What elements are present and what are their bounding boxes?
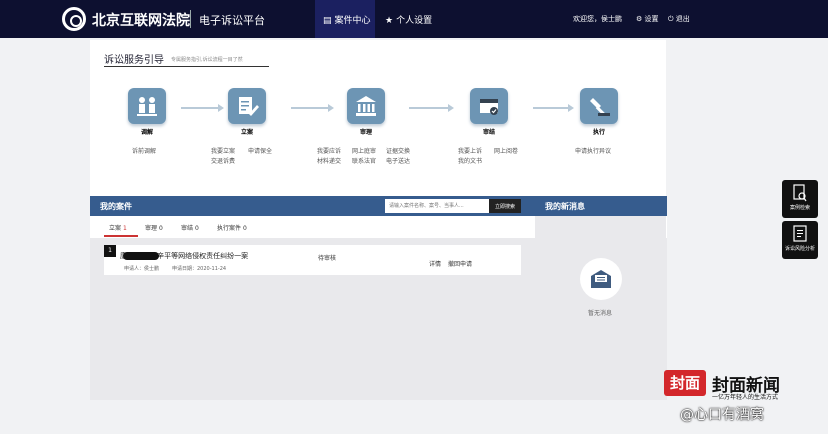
weibo-watermark: @心口有酒窝	[680, 407, 764, 423]
nav-case-center[interactable]: ▤ 案件中心	[323, 13, 371, 26]
nav-personal-settings[interactable]: ★ 个人设置	[385, 13, 432, 26]
flow-arrow	[409, 104, 454, 112]
nav-case-center-label: 案件中心	[334, 16, 371, 26]
link-evidence-exchange[interactable]: 证据交换	[386, 146, 410, 155]
step-label-execution: 执行	[592, 129, 605, 136]
case-status: 待审核	[318, 255, 337, 262]
case-search-icon	[793, 184, 807, 202]
gear-icon: ⚙	[636, 15, 643, 23]
link-respond-suit[interactable]: 我要应诉	[317, 146, 341, 155]
brand-divider	[190, 10, 191, 28]
star-icon: ★	[385, 16, 394, 26]
link-file-case[interactable]: 我要立案	[211, 146, 235, 155]
list-icon: ▤	[323, 16, 332, 26]
tab-filing-label: 立案	[109, 225, 122, 232]
tab-execution[interactable]: 执行案件 0	[217, 223, 247, 232]
case-apply-date: 申请日期：2020-11-24	[172, 266, 227, 272]
case-index-badge: 1	[104, 245, 116, 257]
tab-filing[interactable]: 立案 1	[109, 223, 127, 232]
risk-analysis-icon	[793, 225, 807, 242]
link-execution-objection[interactable]: 申请执行异议	[575, 146, 611, 155]
risk-analysis-sidebar-button[interactable]: 诉讼风险分析	[782, 221, 818, 259]
case-closed-icon[interactable]	[470, 88, 508, 124]
people-icon[interactable]	[128, 88, 166, 124]
link-submit-materials[interactable]: 材料递交	[317, 156, 341, 165]
tab-trial[interactable]: 审理 0	[145, 223, 163, 232]
search-button[interactable]: 立即搜索	[489, 199, 521, 213]
settings-label: 设置	[644, 15, 659, 23]
no-messages-text: 暂无消息	[588, 310, 613, 317]
settings-link[interactable]: ⚙ 设置	[636, 14, 659, 24]
link-e-service[interactable]: 电子送达	[386, 156, 410, 165]
my-cases-title: 我的案件	[100, 202, 132, 211]
link-online-review[interactable]: 网上阅卷	[494, 146, 518, 155]
tab-execution-label: 执行案件	[217, 225, 242, 232]
redaction-mark	[123, 252, 159, 260]
case-search-input[interactable]	[385, 199, 489, 213]
guide-subtitle: 专属服务指引,诉讼流程一目了然	[171, 57, 243, 63]
watermark-slogan: 一亿万年轻人的生活方式	[712, 394, 779, 401]
brand-title: 北京互联网法院	[92, 13, 190, 29]
flow-arrow	[533, 104, 574, 112]
link-pre-mediation[interactable]: 诉前调解	[132, 146, 156, 155]
power-icon: ⏻	[668, 15, 674, 23]
case-detail-link[interactable]: 详情	[429, 259, 441, 268]
case-applicant: 申请人：侯士鹏	[124, 266, 160, 272]
case-search-sidebar-button[interactable]: 案例检索	[782, 180, 818, 218]
messages-header: 我的新消息	[535, 196, 666, 216]
link-online-hearing[interactable]: 网上庭审	[352, 146, 376, 155]
link-appeal[interactable]: 我要上诉	[458, 146, 482, 155]
tab-trial-count: 0	[158, 225, 163, 232]
link-my-documents[interactable]: 我的文书	[458, 156, 482, 165]
tab-filing-count: 1	[122, 225, 127, 232]
tab-concluded-label: 审结	[181, 225, 194, 232]
step-label-trial: 审理	[359, 129, 372, 136]
step-label-concluded: 审结	[482, 129, 495, 136]
tab-concluded-count: 0	[194, 225, 199, 232]
welcome-text: 欢迎您，侯士鹏	[573, 15, 622, 23]
link-apply-preservation[interactable]: 申请保全	[248, 146, 272, 155]
nav-personal-settings-label: 个人设置	[396, 16, 433, 26]
gavel-icon[interactable]	[580, 88, 618, 124]
step-label-filing: 立案	[240, 129, 253, 136]
guide-underline	[104, 66, 269, 67]
logout-link[interactable]: ⏻ 退出	[668, 14, 690, 24]
tab-trial-label: 审理	[145, 225, 158, 232]
link-refund-fees[interactable]: 交退诉费	[211, 156, 235, 165]
link-contact-judge[interactable]: 联系法官	[352, 156, 376, 165]
logout-label: 退出	[675, 15, 690, 23]
tab-execution-count: 0	[242, 225, 247, 232]
case-withdraw-link[interactable]: 撤回申请	[448, 259, 472, 268]
document-edit-icon[interactable]	[228, 88, 266, 124]
tab-concluded[interactable]: 审结 0	[181, 223, 199, 232]
flow-arrow	[291, 104, 334, 112]
empty-mailbox-icon	[580, 258, 622, 300]
courthouse-icon[interactable]	[347, 88, 385, 124]
risk-analysis-sidebar-label: 诉讼风险分析	[784, 246, 815, 252]
guide-title: 诉讼服务引导	[104, 55, 164, 66]
watermark-logo: 封面	[664, 370, 706, 396]
court-logo-icon[interactable]	[62, 7, 86, 31]
flow-arrow	[181, 104, 224, 112]
platform-title: 电子诉讼平台	[199, 14, 265, 27]
active-tab-indicator	[104, 235, 138, 237]
case-search-sidebar-label: 案例检索	[789, 205, 810, 211]
messages-title: 我的新消息	[545, 202, 585, 211]
step-label-mediation: 调解	[140, 129, 153, 136]
